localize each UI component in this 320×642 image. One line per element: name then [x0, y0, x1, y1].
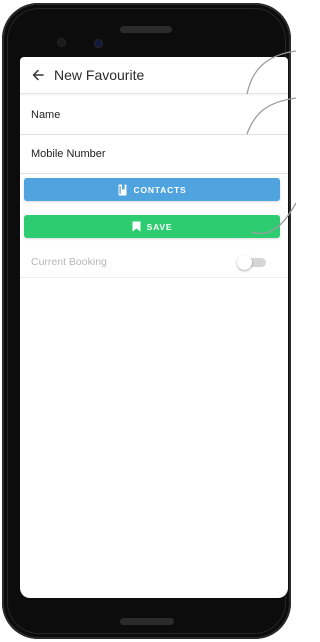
- app-bar: New Favourite: [20, 57, 288, 94]
- mobile-number-field[interactable]: Mobile Number: [20, 135, 288, 174]
- name-field[interactable]: Name: [20, 96, 288, 135]
- toggle-knob: [237, 255, 252, 270]
- contacts-book-icon: [118, 184, 128, 196]
- bottom-speaker: [120, 618, 174, 625]
- contacts-button[interactable]: CONTACTS: [24, 178, 280, 201]
- mobile-number-label: Mobile Number: [31, 148, 106, 160]
- front-sensor: [58, 39, 65, 46]
- contacts-button-label: CONTACTS: [133, 184, 187, 195]
- name-label: Name: [31, 109, 61, 121]
- front-camera: [95, 40, 102, 47]
- app-screen: New Favourite Name Mobile Number CONTACT…: [20, 57, 288, 598]
- current-booking-row: Current Booking: [20, 247, 288, 278]
- save-button-label: SAVE: [146, 221, 173, 232]
- arrow-left-icon[interactable]: [32, 69, 44, 81]
- save-button[interactable]: SAVE: [24, 215, 280, 238]
- page-title: New Favourite: [54, 67, 145, 83]
- bookmark-icon: [132, 221, 141, 232]
- current-booking-label: Current Booking: [31, 256, 107, 268]
- current-booking-toggle[interactable]: [237, 255, 266, 270]
- top-speaker: [120, 26, 172, 33]
